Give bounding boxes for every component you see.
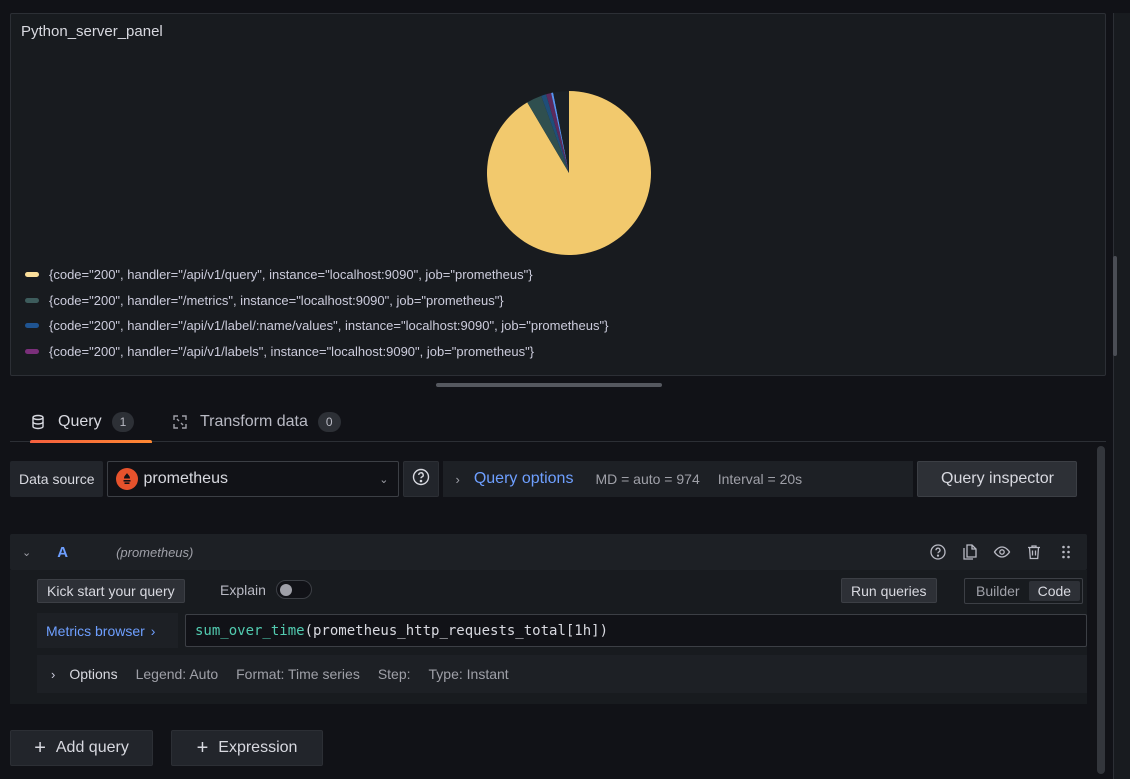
explain-toggle[interactable] — [276, 580, 312, 599]
add-expression-button[interactable]: + Expression — [171, 730, 323, 766]
legend-label: {code="200", handler="/api/v1/query", in… — [49, 267, 533, 283]
run-queries-button[interactable]: Run queries — [841, 578, 937, 603]
query-options-label: Query options — [473, 470, 574, 487]
plus-icon: + — [34, 736, 46, 759]
chevron-down-icon: ⌄ — [379, 474, 389, 486]
query-options-toggle[interactable]: › Query options MD = auto = 974 Interval… — [443, 461, 914, 497]
datasource-help-button[interactable] — [403, 461, 440, 497]
options-pane-edge — [1113, 13, 1130, 779]
transform-count-badge: 0 — [317, 412, 341, 432]
chevron-right-icon: › — [150, 622, 156, 639]
promql-query-input[interactable]: sum_over_time (prometheus_http_requests_t… — [185, 614, 1087, 647]
editor-mode-switch: Builder Code — [964, 578, 1084, 604]
query-editor: Data source prometheus ⌄ › Query options… — [0, 443, 1106, 779]
legend: {code="200", handler="/api/v1/query", in… — [25, 262, 608, 364]
legend-label: {code="200", handler="/api/v1/label/:nam… — [49, 318, 609, 334]
trash-icon[interactable] — [1025, 543, 1043, 561]
expression-label: Expression — [218, 739, 298, 756]
query-function: sum_over_time — [195, 622, 305, 639]
query-expression: (prometheus_http_requests_total[1h]) — [304, 622, 609, 639]
legend-item[interactable]: {code="200", handler="/api/v1/labels", i… — [25, 339, 608, 365]
eye-icon[interactable] — [993, 543, 1011, 561]
tab-query[interactable]: Query 1 — [30, 402, 152, 444]
pane-splitter-handle[interactable] — [436, 383, 662, 387]
datasource-value: prometheus — [143, 470, 228, 487]
tab-transform-data[interactable]: Transform data 0 — [172, 402, 341, 442]
query-inspector-button[interactable]: Query inspector — [917, 461, 1078, 497]
tab-query-label: Query — [58, 413, 102, 430]
legend-option: Legend: Auto — [135, 666, 219, 682]
add-query-button[interactable]: + Add query — [10, 730, 153, 766]
interval-info: Interval = 20s — [717, 471, 803, 487]
legend-item[interactable]: {code="200", handler="/api/v1/query", in… — [25, 262, 608, 288]
legend-item[interactable]: {code="200", handler="/metrics", instanc… — [25, 288, 608, 314]
metrics-browser-label: Metrics browser — [46, 622, 145, 639]
duplicate-query-icon[interactable] — [961, 543, 979, 561]
step-option: Step: — [377, 666, 411, 682]
query-datasource-name: (prometheus) — [116, 544, 194, 560]
pie-chart — [487, 91, 651, 255]
query-options-row[interactable]: › Options Legend: Auto Format: Time seri… — [37, 655, 1087, 693]
query-row-actions — [929, 543, 1075, 561]
legend-swatch — [25, 348, 39, 354]
prometheus-logo-icon — [116, 468, 139, 490]
legend-label: {code="200", handler="/metrics", instanc… — [49, 292, 504, 308]
viz-panel: Python_server_panel {code="200", handler… — [10, 13, 1106, 376]
add-query-label: Add query — [55, 739, 129, 756]
chevron-right-icon: › — [51, 666, 56, 682]
plus-icon: + — [196, 736, 209, 759]
datasource-row: Data source prometheus ⌄ › Query options… — [10, 461, 1078, 497]
datasource-label: Data source — [10, 461, 104, 497]
datasource-select[interactable]: prometheus ⌄ — [107, 461, 400, 497]
type-option: Type: Instant — [428, 666, 509, 682]
metrics-browser-button[interactable]: Metrics browser › — [37, 613, 178, 648]
panel-title: Python_server_panel — [21, 23, 163, 40]
kick-start-button[interactable]: Kick start your query — [37, 579, 185, 603]
database-icon — [30, 414, 46, 430]
query-ref-id[interactable]: A — [57, 544, 68, 561]
mode-code[interactable]: Code — [1028, 581, 1081, 601]
drag-handle-icon[interactable] — [1057, 543, 1075, 561]
editor-scrollbar[interactable] — [1097, 446, 1105, 774]
collapse-chevron-icon[interactable]: ⌄ — [22, 546, 31, 559]
transform-icon — [172, 414, 188, 430]
options-label: Options — [69, 666, 118, 682]
query-row-header: ⌄ A (prometheus) — [10, 534, 1087, 570]
legend-swatch — [25, 297, 39, 303]
help-icon — [412, 468, 430, 491]
format-option: Format: Time series — [236, 666, 360, 682]
explain-label: Explain — [220, 582, 266, 598]
legend-swatch — [25, 272, 39, 278]
editor-tabs: Query 1 Transform data 0 — [10, 402, 1106, 444]
legend-item[interactable]: {code="200", handler="/api/v1/label/:nam… — [25, 313, 608, 339]
chevron-right-icon: › — [455, 471, 460, 487]
query-count-badge: 1 — [111, 412, 135, 432]
legend-label: {code="200", handler="/api/v1/labels", i… — [49, 343, 535, 359]
query-body: Kick start your query Explain Run querie… — [10, 570, 1087, 704]
panel-scrollbar[interactable] — [1113, 256, 1117, 356]
mode-builder[interactable]: Builder — [967, 581, 1029, 601]
max-datapoints-info: MD = auto = 974 — [595, 471, 700, 487]
legend-swatch — [25, 323, 39, 329]
tab-transform-label: Transform data — [200, 413, 308, 430]
help-icon[interactable] — [929, 543, 947, 561]
